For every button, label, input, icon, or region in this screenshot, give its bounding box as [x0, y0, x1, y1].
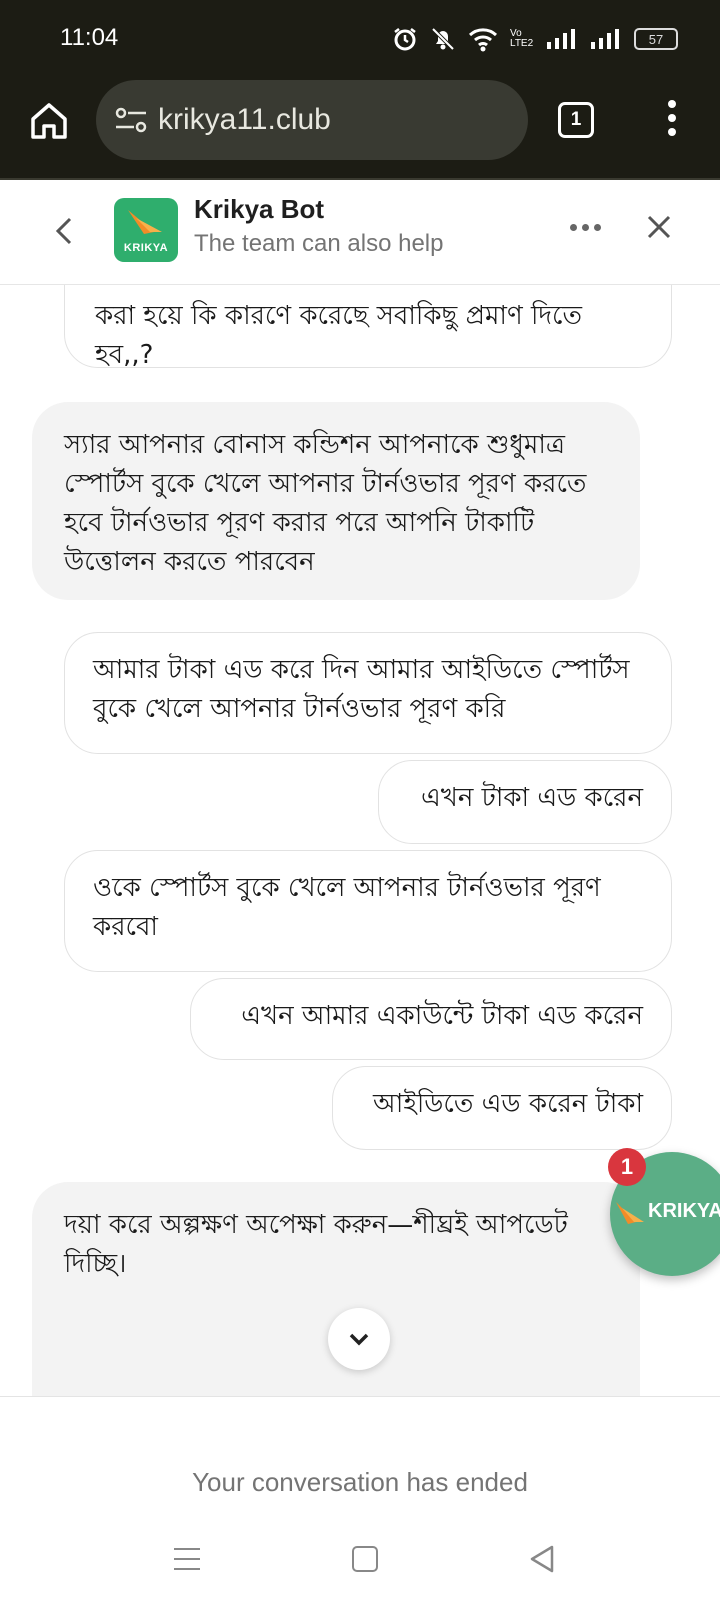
message-bubble: আমার টাকা এড করে দিন আমার আইডিতে স্পোর্ট… [64, 632, 672, 754]
mute-bell-icon [431, 27, 455, 51]
bot-logo-text: KRIKYA [123, 242, 169, 254]
chevron-down-icon [349, 1333, 369, 1346]
bot-name: Krikya Bot [194, 194, 325, 224]
message-bubble: স্যার আপনার বোনাস কন্ডিশন আপনাকে শুধুমাত… [32, 402, 640, 600]
conversation-footer: Your conversation has ended [0, 1396, 720, 1521]
krikya-bird-icon [616, 1202, 644, 1224]
scroll-to-bottom-button[interactable] [328, 1308, 390, 1370]
fab-logo-text: KRIKYA [648, 1200, 720, 1222]
signal-icon-2 [591, 29, 619, 49]
message-bubble: করা হয়ে কি কারণে করেছে সবাকিছু প্রমাণ দ… [64, 284, 672, 370]
chat-header: KRIKYA Krikya Bot The team can also help [0, 180, 720, 285]
message-bubble: আইডিতে এড করেন টাকা [332, 1066, 672, 1150]
message-text: এখন আমার একাউন্টে টাকা এড করেন [241, 1001, 643, 1031]
volte-label: Vo LTE2 [510, 28, 534, 49]
message-bubble: ওকে স্পোর্টস বুকে খেলে আপনার টার্নওভার প… [64, 850, 672, 972]
conversation-ended-text: Your conversation has ended [192, 1467, 528, 1497]
bot-avatar: KRIKYA [114, 198, 178, 262]
more-options-icon[interactable] [570, 224, 601, 231]
message-bubble: এখন আমার একাউন্টে টাকা এড করেন [190, 978, 672, 1060]
message-bubble: দয়া করে অল্পক্ষণ অপেক্ষা করুন—শীঘ্রই আপ… [32, 1182, 640, 1396]
message-text: স্যার আপনার বোনাস কন্ডিশন আপনাকে শুধুমাত… [64, 430, 587, 577]
back-nav-icon[interactable] [528, 1544, 556, 1574]
tab-switcher-button[interactable]: 1 [558, 102, 594, 138]
system-nav-bar [0, 1520, 720, 1604]
home-icon[interactable] [28, 100, 70, 142]
url-bar[interactable]: krikya11.club [96, 80, 528, 160]
signal-icon [547, 29, 575, 49]
url-text: krikya11.club [158, 103, 331, 136]
message-bubble: এখন টাকা এড করেন [378, 760, 672, 844]
status-time: 11:04 [60, 24, 119, 51]
message-text: ওকে স্পোর্টস বুকে খেলে আপনার টার্নওভার প… [93, 873, 601, 942]
message-text: করা হয়ে কি কারণে করেছে সবাকিছু প্রমাণ দ… [95, 301, 583, 370]
krikya-bird-icon [128, 210, 162, 234]
site-settings-icon[interactable] [114, 105, 148, 135]
wifi-icon [468, 28, 498, 52]
notification-badge: 1 [608, 1148, 646, 1186]
alarm-icon [394, 28, 416, 51]
status-bar: 11:04 Vo LTE2 57 [0, 0, 720, 80]
browser-menu-icon[interactable] [668, 100, 676, 142]
back-chevron-icon[interactable] [52, 214, 76, 248]
message-text: এখন টাকা এড করেন [421, 783, 643, 813]
home-nav-icon[interactable] [352, 1546, 378, 1572]
message-text: আইডিতে এড করেন টাকা [373, 1089, 643, 1119]
message-text: দয়া করে অল্পক্ষণ অপেক্ষা করুন—শীঘ্রই আপ… [64, 1210, 568, 1279]
recent-apps-icon[interactable] [174, 1548, 200, 1578]
message-text: আমার টাকা এড করে দিন আমার আইডিতে স্পোর্ট… [93, 655, 630, 724]
close-icon[interactable] [646, 214, 672, 240]
status-icons: Vo LTE2 57 [392, 26, 678, 52]
battery-icon: 57 [634, 28, 678, 50]
browser-toolbar: krikya11.club 1 [0, 80, 720, 180]
bot-subtitle: The team can also help [194, 230, 444, 257]
